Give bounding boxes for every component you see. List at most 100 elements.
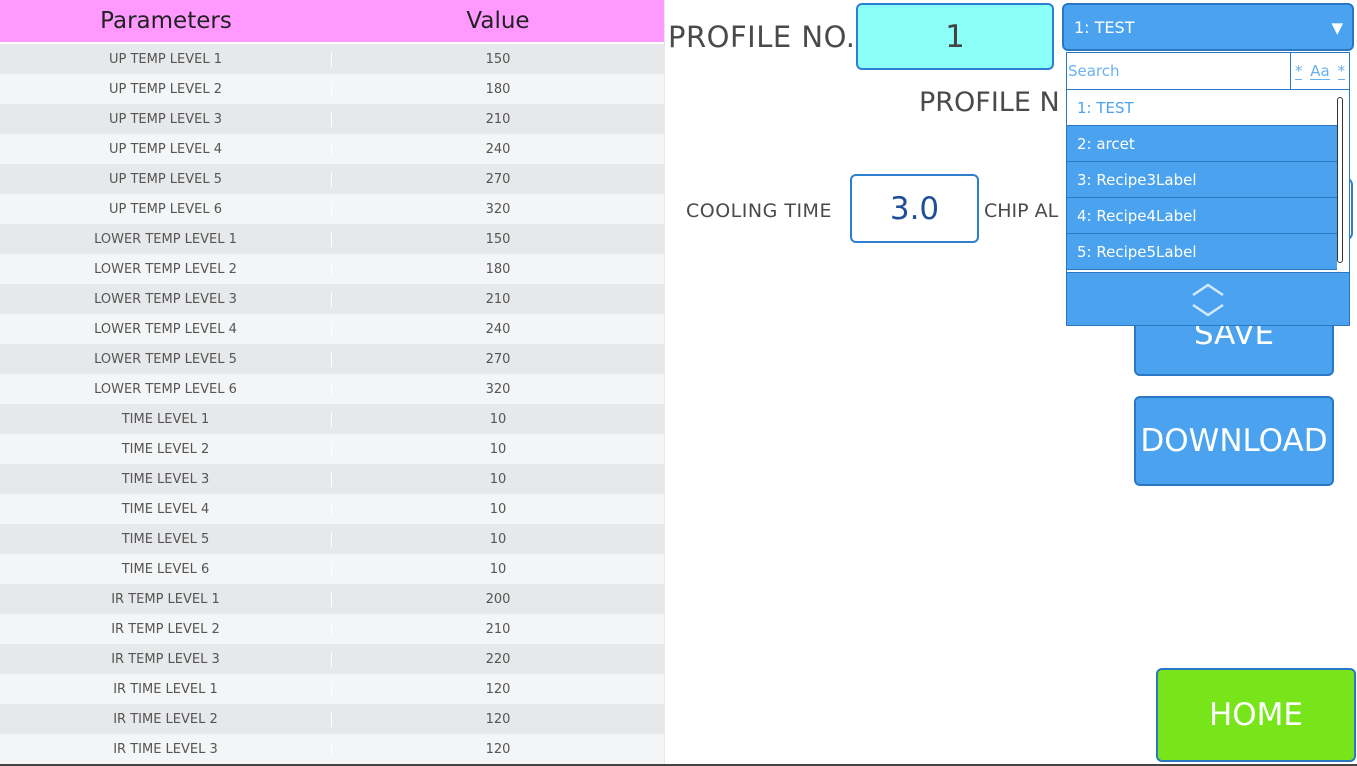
- header-value: Value: [466, 8, 530, 34]
- parameter-name: IR TIME LEVEL 1: [0, 681, 332, 697]
- parameter-name: IR TEMP LEVEL 1: [0, 591, 332, 607]
- table-row[interactable]: TIME LEVEL 3 10: [0, 464, 664, 494]
- wildcard-end-toggle[interactable]: *: [1337, 63, 1346, 80]
- parameter-name: UP TEMP LEVEL 4: [0, 141, 332, 157]
- parameter-value[interactable]: 270: [332, 352, 664, 367]
- parameter-name: TIME LEVEL 5: [0, 531, 332, 547]
- table-row[interactable]: IR TEMP LEVEL 2 210: [0, 614, 664, 644]
- parameter-value[interactable]: 200: [332, 592, 664, 607]
- parameter-name: IR TIME LEVEL 3: [0, 741, 332, 757]
- table-row[interactable]: UP TEMP LEVEL 5 270: [0, 164, 664, 194]
- parameter-value[interactable]: 10: [332, 502, 664, 517]
- cooling-time-label: COOLING TIME: [686, 200, 832, 222]
- table-row[interactable]: IR TEMP LEVEL 1 200: [0, 584, 664, 614]
- parameter-value[interactable]: 210: [332, 622, 664, 637]
- table-row[interactable]: UP TEMP LEVEL 3 210: [0, 104, 664, 134]
- profile-no-field[interactable]: 1: [856, 3, 1054, 70]
- cooling-time-field[interactable]: 3.0: [850, 174, 979, 243]
- table-row[interactable]: LOWER TEMP LEVEL 4 240: [0, 314, 664, 344]
- table-row[interactable]: LOWER TEMP LEVEL 6 320: [0, 374, 664, 404]
- profile-name-label: PROFILE N: [919, 87, 1060, 118]
- parameter-name: UP TEMP LEVEL 5: [0, 171, 332, 187]
- parameter-value[interactable]: 10: [332, 562, 664, 577]
- parameter-value[interactable]: 10: [332, 442, 664, 457]
- parameter-name: LOWER TEMP LEVEL 6: [0, 381, 332, 397]
- search-options: * Aa *: [1291, 53, 1349, 90]
- parameter-value[interactable]: 180: [332, 262, 664, 277]
- profile-select-value: 1: TEST: [1074, 17, 1135, 37]
- parameter-name: TIME LEVEL 3: [0, 471, 332, 487]
- parameter-value[interactable]: 240: [332, 322, 664, 337]
- parameter-value[interactable]: 150: [332, 232, 664, 247]
- table-row[interactable]: LOWER TEMP LEVEL 1 150: [0, 224, 664, 254]
- parameter-name: LOWER TEMP LEVEL 3: [0, 291, 332, 307]
- download-button[interactable]: DOWNLOAD: [1134, 396, 1334, 486]
- parameter-value[interactable]: 10: [332, 532, 664, 547]
- parameter-name: IR TEMP LEVEL 2: [0, 621, 332, 637]
- parameter-value[interactable]: 120: [332, 682, 664, 697]
- parameter-name: TIME LEVEL 1: [0, 411, 332, 427]
- dropdown-list: 1: TEST 2: arcet 3: Recipe3Label 4: Reci…: [1067, 90, 1337, 270]
- parameter-name: LOWER TEMP LEVEL 4: [0, 321, 332, 337]
- dropdown-item[interactable]: 3: Recipe3Label: [1067, 162, 1337, 198]
- table-divider: [664, 0, 665, 764]
- parameter-value[interactable]: 210: [332, 112, 664, 127]
- table-row[interactable]: TIME LEVEL 6 10: [0, 554, 664, 584]
- parameter-value[interactable]: 320: [332, 202, 664, 217]
- table-header: Parameters Value: [0, 0, 664, 42]
- parameter-value[interactable]: 240: [332, 142, 664, 157]
- table-row[interactable]: LOWER TEMP LEVEL 5 270: [0, 344, 664, 374]
- table-row[interactable]: UP TEMP LEVEL 6 320: [0, 194, 664, 224]
- wildcard-start-toggle[interactable]: *: [1294, 63, 1303, 80]
- dropdown-item[interactable]: 4: Recipe4Label: [1067, 198, 1337, 234]
- dropdown-item[interactable]: 2: arcet: [1067, 126, 1337, 162]
- dropdown-item[interactable]: 1: TEST: [1067, 90, 1337, 126]
- parameter-value[interactable]: 210: [332, 292, 664, 307]
- table-row[interactable]: IR TEMP LEVEL 3 220: [0, 644, 664, 674]
- parameter-name: IR TIME LEVEL 2: [0, 711, 332, 727]
- table-row[interactable]: TIME LEVEL 4 10: [0, 494, 664, 524]
- parameter-value[interactable]: 270: [332, 172, 664, 187]
- profile-select[interactable]: 1: TEST ▼: [1062, 3, 1354, 51]
- table-row[interactable]: TIME LEVEL 2 10: [0, 434, 664, 464]
- parameters-table: Parameters Value UP TEMP LEVEL 1 150 UP TE…: [0, 0, 664, 766]
- parameter-name: TIME LEVEL 6: [0, 561, 332, 577]
- parameter-value[interactable]: 220: [332, 652, 664, 667]
- dropdown-search-input[interactable]: [1067, 53, 1291, 90]
- profile-no-label: PROFILE NO.: [668, 20, 856, 54]
- parameter-value[interactable]: 10: [332, 412, 664, 427]
- dropdown-arrow-icon: ▼: [1331, 19, 1343, 37]
- case-sensitive-toggle[interactable]: Aa: [1310, 63, 1330, 80]
- table-row[interactable]: UP TEMP LEVEL 1 150: [0, 44, 664, 74]
- parameter-value[interactable]: 120: [332, 742, 664, 757]
- table-row[interactable]: UP TEMP LEVEL 2 180: [0, 74, 664, 104]
- dropdown-scrollbar[interactable]: [1337, 97, 1343, 263]
- parameter-value[interactable]: 180: [332, 82, 664, 97]
- parameter-name: LOWER TEMP LEVEL 5: [0, 351, 332, 367]
- parameter-name: UP TEMP LEVEL 6: [0, 201, 332, 217]
- table-body: UP TEMP LEVEL 1 150 UP TEMP LEVEL 2 180 UP T…: [0, 44, 664, 764]
- parameter-name: TIME LEVEL 4: [0, 501, 332, 517]
- table-row[interactable]: IR TIME LEVEL 1 120: [0, 674, 664, 704]
- table-row[interactable]: TIME LEVEL 5 10: [0, 524, 664, 554]
- parameter-value[interactable]: 120: [332, 712, 664, 727]
- parameter-name: IR TEMP LEVEL 3: [0, 651, 332, 667]
- table-row[interactable]: LOWER TEMP LEVEL 3 210: [0, 284, 664, 314]
- home-button[interactable]: HOME: [1156, 668, 1356, 762]
- table-row[interactable]: TIME LEVEL 1 10: [0, 404, 664, 434]
- parameter-value[interactable]: 150: [332, 52, 664, 67]
- table-row[interactable]: IR TIME LEVEL 3 120: [0, 734, 664, 764]
- parameter-name: TIME LEVEL 2: [0, 441, 332, 457]
- table-row[interactable]: UP TEMP LEVEL 4 240: [0, 134, 664, 164]
- parameter-name: UP TEMP LEVEL 3: [0, 111, 332, 127]
- parameter-name: LOWER TEMP LEVEL 2: [0, 261, 332, 277]
- parameter-name: UP TEMP LEVEL 2: [0, 81, 332, 97]
- parameter-value[interactable]: 320: [332, 382, 664, 397]
- table-row[interactable]: LOWER TEMP LEVEL 2 180: [0, 254, 664, 284]
- parameter-value[interactable]: 10: [332, 472, 664, 487]
- dropdown-item[interactable]: 5: Recipe5Label: [1067, 234, 1337, 270]
- table-row[interactable]: IR TIME LEVEL 2 120: [0, 704, 664, 734]
- chip-label: CHIP AL: [984, 200, 1059, 222]
- dropdown-scroll-nav[interactable]: [1067, 272, 1349, 325]
- dropdown-panel: * Aa * 1: TEST 2: arcet 3: Recipe3Label …: [1066, 52, 1350, 326]
